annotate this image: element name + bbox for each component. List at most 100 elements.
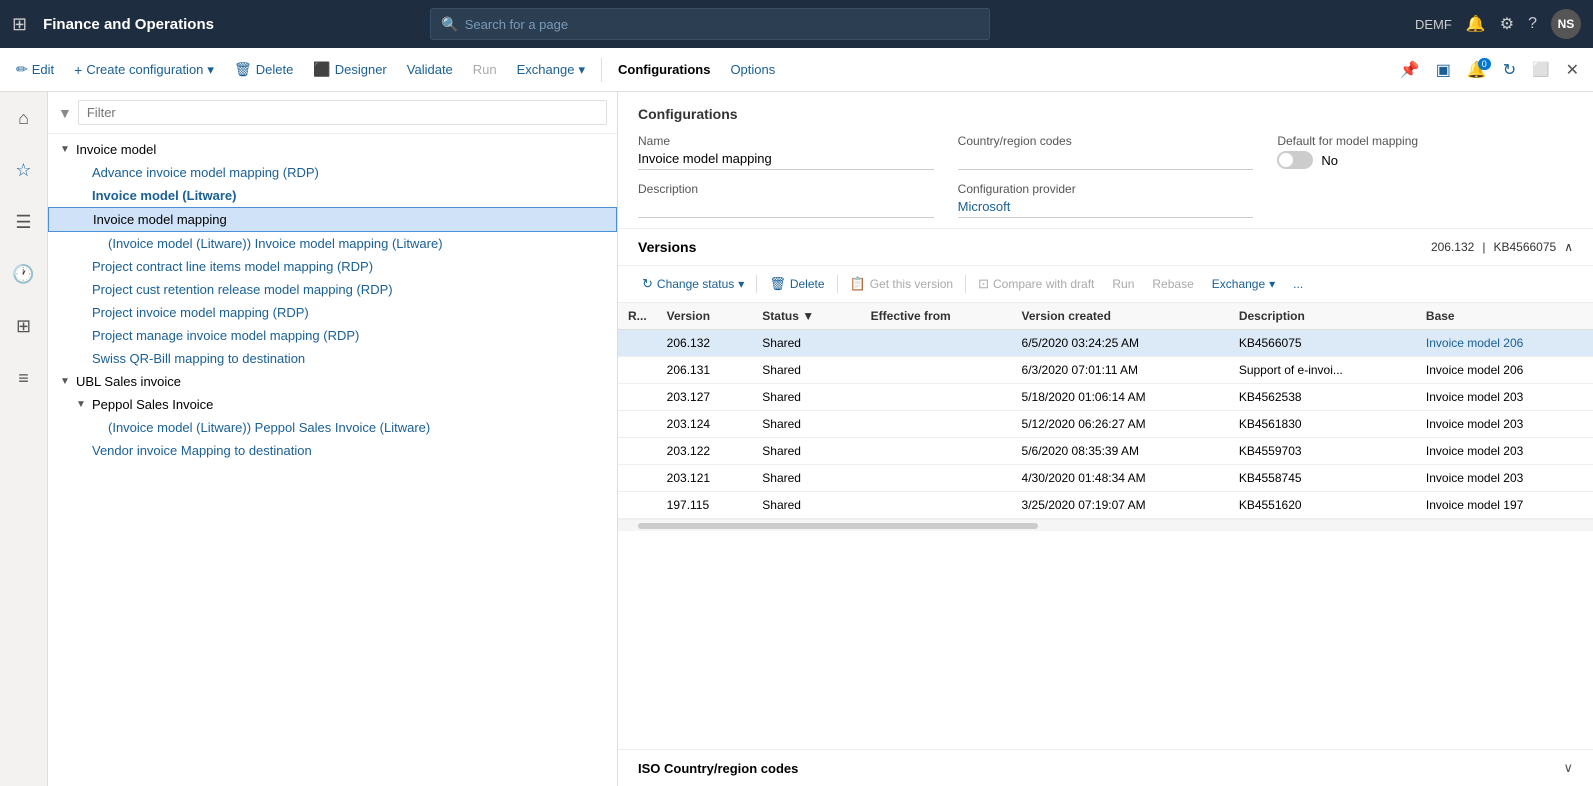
create-configuration-button[interactable]: + Create configuration ▾ [66, 58, 222, 82]
table-row[interactable]: 203.124Shared5/12/2020 06:26:27 AMKB4561… [618, 411, 1593, 438]
top-nav-right: DEMF 🔔 ⚙ ? NS [1415, 9, 1581, 39]
tree-item[interactable]: Swiss QR-Bill mapping to destination [48, 347, 617, 370]
exchange-button[interactable]: Exchange ▾ [509, 58, 593, 82]
col-version[interactable]: Version [657, 303, 753, 330]
list-nav-icon[interactable]: ☰ [6, 204, 42, 240]
tree-item[interactable]: Project contract line items model mappin… [48, 255, 617, 278]
chevron-down-icon-ver-exchange: ▾ [1269, 277, 1275, 291]
close-icon[interactable]: ✕ [1560, 56, 1585, 84]
ver-separator-3 [965, 275, 966, 293]
notification-badge-icon[interactable]: 🔔0 [1461, 56, 1493, 84]
table-row[interactable]: 206.132Shared6/5/2020 03:24:25 AMKB45660… [618, 330, 1593, 357]
main-layout: ⌂ ☆ ☰ 🕐 ⊞ ≡ ▼ ▼Invoice modelAdvance invo… [0, 92, 1593, 786]
cell-status: Shared [752, 438, 860, 465]
tree-item[interactable]: (Invoice model (Litware)) Peppol Sales I… [48, 416, 617, 439]
versions-exchange-button[interactable]: Exchange ▾ [1204, 273, 1283, 295]
grid-nav-icon[interactable]: ⊞ [6, 308, 42, 344]
toggle-switch[interactable] [1277, 151, 1313, 169]
tree-item[interactable]: Vendor invoice Mapping to destination [48, 439, 617, 462]
cell-effective-from [861, 384, 1012, 411]
expand-icon[interactable]: ⬜ [1526, 57, 1555, 82]
cell-base[interactable]: Invoice model 206 [1416, 330, 1593, 357]
settings-icon[interactable]: ⚙ [1500, 14, 1514, 34]
tree-item[interactable]: ▼Invoice model [48, 138, 617, 161]
tree-item-label: Peppol Sales Invoice [92, 397, 213, 412]
ver-separator-2 [837, 275, 838, 293]
get-version-button[interactable]: 📋 Get this version [842, 272, 962, 296]
horizontal-scrollbar[interactable] [618, 519, 1593, 531]
options-tab[interactable]: Options [722, 58, 783, 81]
delete-button[interactable]: 🗑 Delete [226, 57, 301, 82]
cell-base: Invoice model 203 [1416, 438, 1593, 465]
validate-button[interactable]: Validate [399, 58, 461, 81]
grid-icon[interactable]: ⊞ [12, 14, 27, 35]
collapse-icon[interactable]: ∧ [1564, 240, 1573, 254]
cell-effective-from [861, 438, 1012, 465]
search-bar[interactable]: 🔍 [430, 8, 990, 40]
tree-item[interactable]: ▼UBL Sales invoice [48, 370, 617, 393]
tree-item[interactable]: Invoice model (Litware) [48, 184, 617, 207]
description-field: Description [638, 182, 934, 218]
filter-icon[interactable]: ▼ [58, 105, 72, 121]
edit-button[interactable]: ✏ Edit [8, 57, 62, 82]
home-nav-icon[interactable]: ⌂ [6, 100, 42, 136]
compare-draft-button[interactable]: ⊡ Compare with draft [970, 272, 1102, 296]
designer-button[interactable]: ⬛ Designer [305, 57, 394, 82]
cell-description: Support of e-invoi... [1229, 357, 1416, 384]
help-icon[interactable]: ? [1528, 15, 1537, 33]
versions-run-button[interactable]: Run [1104, 273, 1142, 295]
pinned-icon[interactable]: 📌 [1394, 56, 1426, 84]
tree-item[interactable]: Project invoice model mapping (RDP) [48, 301, 617, 324]
col-version-created[interactable]: Version created [1012, 303, 1229, 330]
tree-item-label: (Invoice model (Litware)) Invoice model … [108, 236, 443, 251]
tree-item[interactable]: Advance invoice model mapping (RDP) [48, 161, 617, 184]
table-row[interactable]: 206.131Shared6/3/2020 07:01:11 AMSupport… [618, 357, 1593, 384]
versions-delete-button[interactable]: 🗑 Delete [761, 272, 832, 296]
cell-description: KB4566075 [1229, 330, 1416, 357]
more-button[interactable]: ... [1285, 273, 1311, 295]
expand-icon[interactable]: ▼ [76, 399, 88, 410]
table-row[interactable]: 203.121Shared4/30/2020 01:48:34 AMKB4558… [618, 465, 1593, 492]
description-value [638, 199, 934, 218]
tree-item[interactable]: Project manage invoice model mapping (RD… [48, 324, 617, 347]
report-nav-icon[interactable]: ≡ [6, 360, 42, 396]
rebase-button[interactable]: Rebase [1144, 273, 1201, 295]
tree-item[interactable]: (Invoice model (Litware)) Invoice model … [48, 232, 617, 255]
user-avatar[interactable]: NS [1551, 9, 1581, 39]
col-description[interactable]: Description [1229, 303, 1416, 330]
chevron-down-icon: ▾ [207, 62, 214, 78]
configurations-tab[interactable]: Configurations [610, 58, 718, 81]
cell-version: 206.132 [657, 330, 753, 357]
col-base[interactable]: Base [1416, 303, 1593, 330]
panel-icon[interactable]: ▣ [1430, 56, 1457, 84]
detail-panel: Configurations Name Invoice model mappin… [618, 92, 1593, 786]
cell-version-created: 3/25/2020 07:19:07 AM [1012, 492, 1229, 519]
separator: | [1482, 240, 1485, 254]
col-status[interactable]: Status ▼ [752, 303, 860, 330]
table-row[interactable]: 203.122Shared5/6/2020 08:35:39 AMKB45597… [618, 438, 1593, 465]
refresh-icon[interactable]: ↻ [1497, 56, 1522, 84]
filter-input[interactable] [78, 100, 607, 125]
tree-item[interactable]: Invoice model mapping [48, 207, 617, 232]
cell-description: KB4559703 [1229, 438, 1416, 465]
table-row[interactable]: 203.127Shared5/18/2020 01:06:14 AMKB4562… [618, 384, 1593, 411]
star-nav-icon[interactable]: ☆ [6, 152, 42, 188]
change-status-button[interactable]: ↻ Change status ▾ [634, 272, 752, 296]
cell-base: Invoice model 206 [1416, 357, 1593, 384]
tree-item[interactable]: Project cust retention release model map… [48, 278, 617, 301]
expand-icon[interactable]: ▼ [60, 376, 72, 387]
run-button[interactable]: Run [465, 58, 505, 81]
expand-icon[interactable]: ▼ [60, 144, 72, 155]
config-provider-value[interactable]: Microsoft [958, 199, 1254, 218]
table-row[interactable]: 197.115Shared3/25/2020 07:19:07 AMKB4551… [618, 492, 1593, 519]
version-code: 206.132 [1431, 240, 1474, 254]
cell-version: 203.124 [657, 411, 753, 438]
cell-r [618, 411, 657, 438]
iso-section[interactable]: ISO Country/region codes ∨ [618, 749, 1593, 786]
clock-nav-icon[interactable]: 🕐 [6, 256, 42, 292]
tree-item[interactable]: ▼ Peppol Sales Invoice [48, 393, 617, 416]
col-effective-from[interactable]: Effective from [861, 303, 1012, 330]
notification-icon[interactable]: 🔔 [1466, 14, 1486, 34]
search-input[interactable] [465, 17, 980, 32]
default-mapping-field: Default for model mapping No [1277, 134, 1573, 170]
